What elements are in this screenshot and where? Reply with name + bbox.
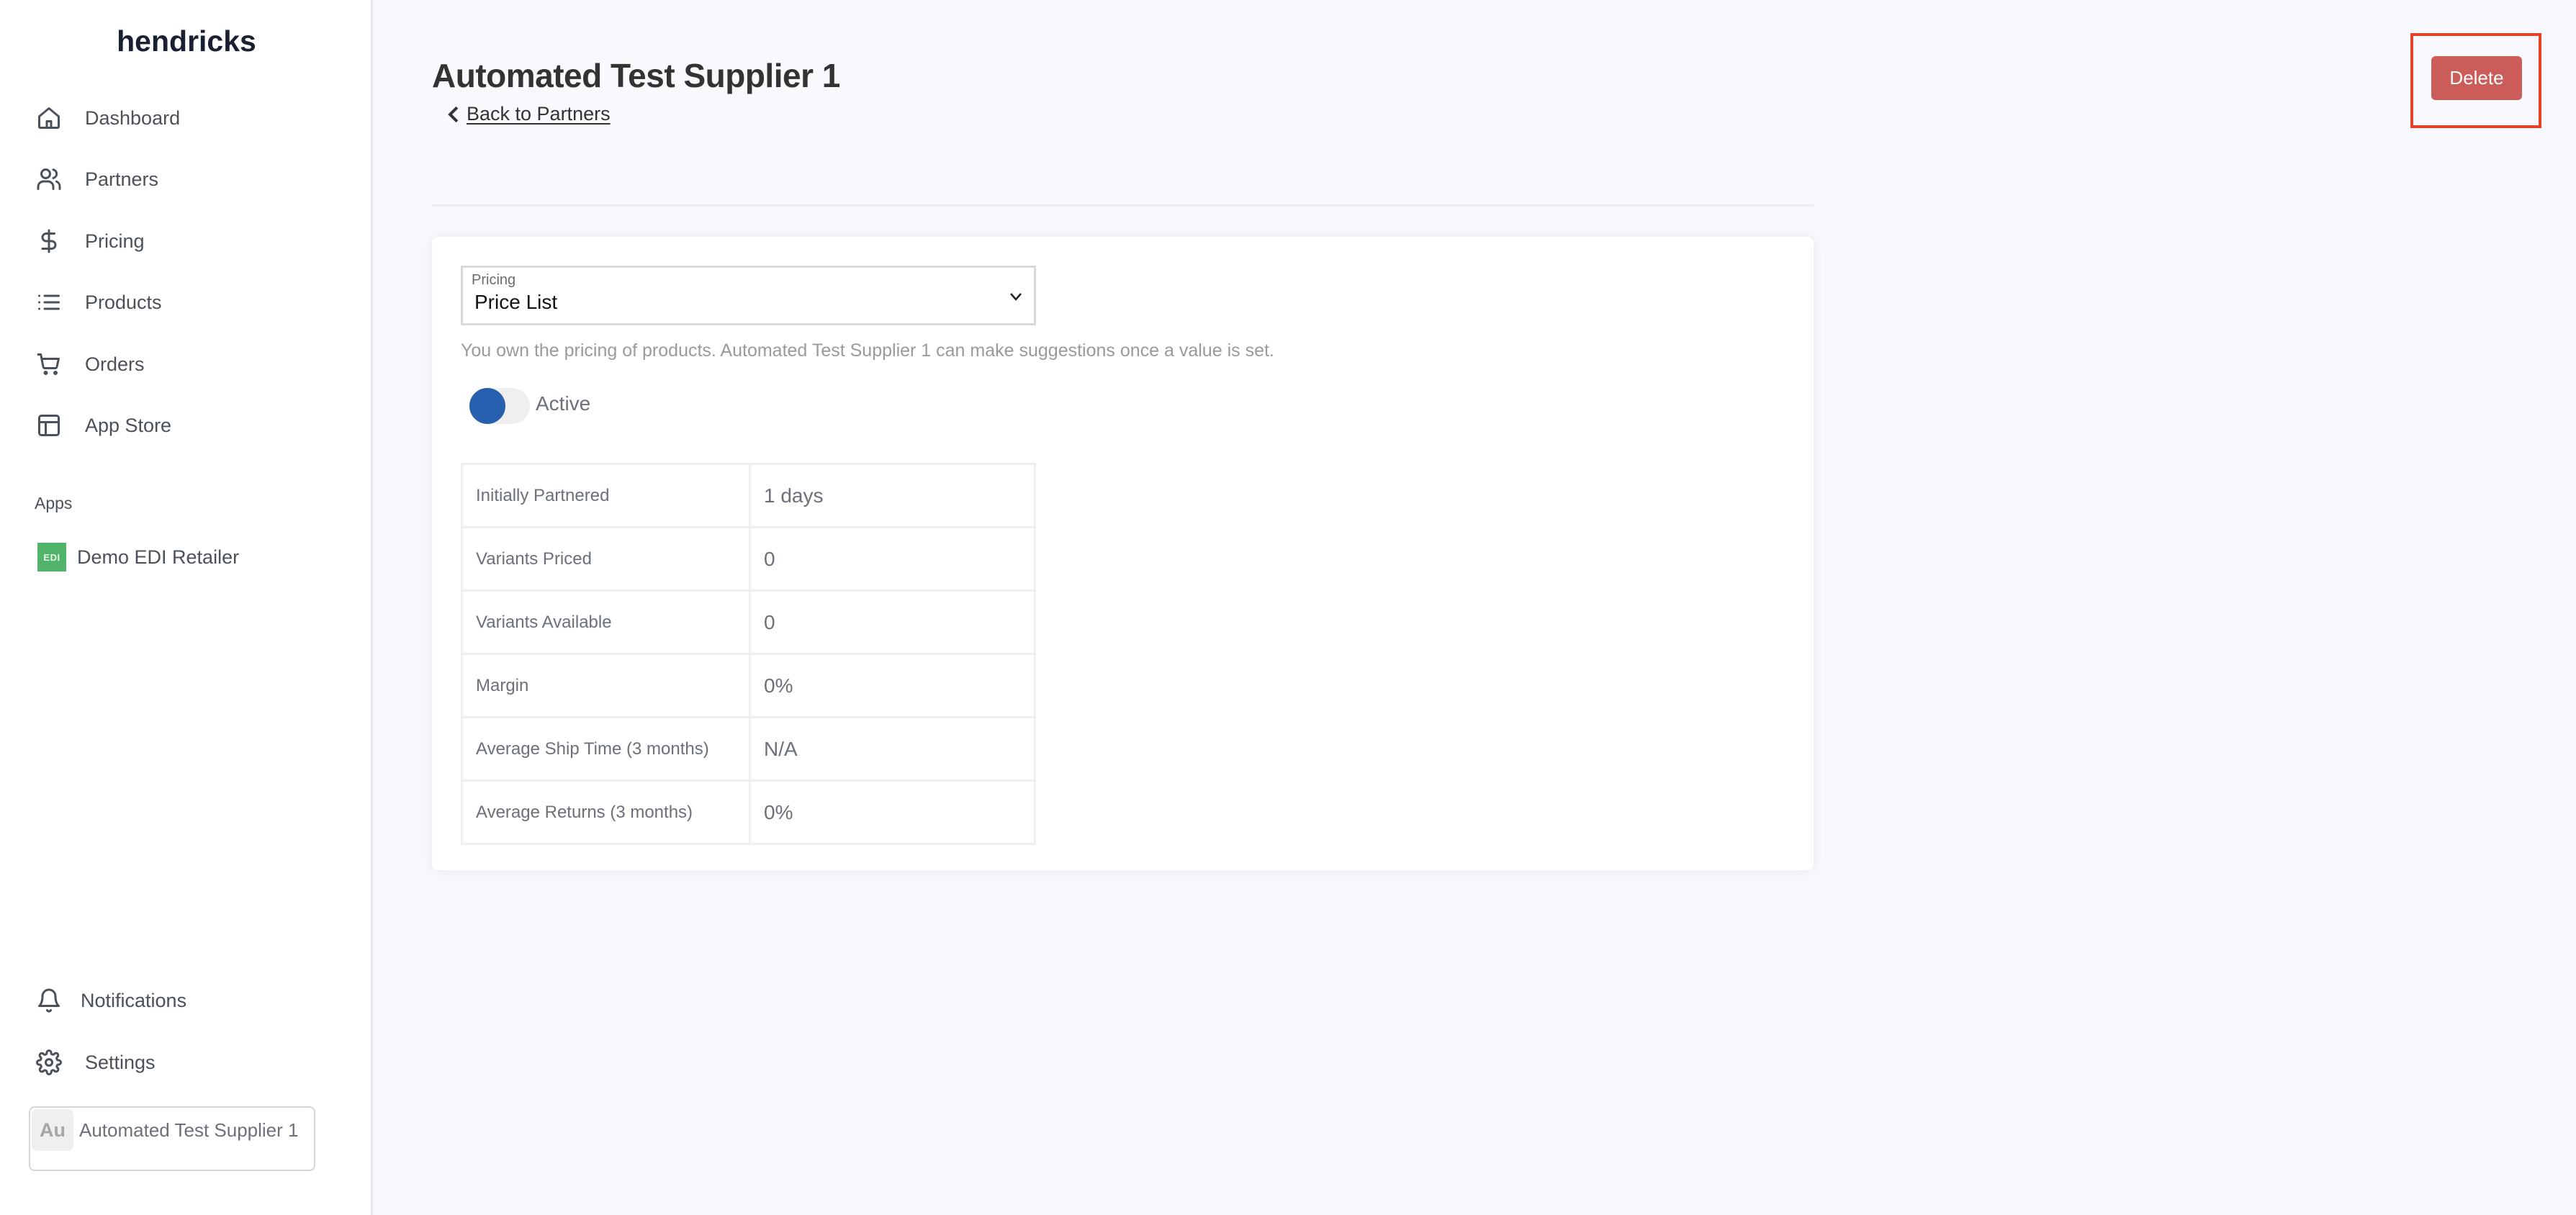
sidebar-item-label: Products	[85, 291, 162, 313]
bell-icon	[35, 986, 63, 1015]
gear-icon	[35, 1048, 63, 1077]
sidebar-app-demo-edi-retailer[interactable]: EDI Demo EDI Retailer	[37, 543, 239, 572]
stat-label: Variants Priced	[461, 526, 751, 592]
pricing-select[interactable]: Pricing Price List	[461, 266, 1036, 325]
chevron-down-icon	[1008, 289, 1024, 304]
sidebar-item-label: Pricing	[85, 230, 145, 252]
stat-label: Variants Available	[461, 590, 751, 655]
stat-label: Average Returns (3 months)	[461, 780, 751, 845]
stat-value: 0	[749, 590, 1036, 655]
delete-button[interactable]: Delete	[2431, 56, 2522, 100]
table-row: Variants Priced 0	[461, 526, 1036, 592]
sidebar-item-label: Partners	[85, 168, 159, 190]
sidebar: hendricks Dashboard Partners Pricing Pro…	[0, 0, 373, 1215]
apps-heading: Apps	[35, 494, 73, 512]
sidebar-item-partners[interactable]: Partners	[35, 158, 158, 201]
sidebar-item-dashboard[interactable]: Dashboard	[35, 96, 180, 140]
sidebar-item-products[interactable]: Products	[35, 281, 162, 324]
active-toggle[interactable]	[469, 388, 530, 424]
pricing-help-text: You own the pricing of products. Automat…	[461, 340, 1274, 361]
sidebar-item-orders[interactable]: Orders	[35, 343, 145, 386]
sidebar-item-label: App Store	[85, 414, 172, 436]
app-logo[interactable]: hendricks	[0, 24, 373, 58]
users-icon	[35, 165, 63, 194]
account-name: Automated Test Supplier 1	[79, 1119, 299, 1141]
sidebar-item-label: Orders	[85, 353, 145, 375]
table-row: Average Ship Time (3 months) N/A	[461, 716, 1036, 782]
sidebar-item-settings[interactable]: Settings	[35, 1041, 156, 1084]
cart-icon	[35, 350, 63, 379]
sidebar-item-notifications[interactable]: Notifications	[35, 979, 186, 1022]
toggle-knob	[469, 388, 505, 424]
chevron-left-icon	[448, 106, 459, 122]
stat-value: 0%	[749, 780, 1036, 845]
stat-value: N/A	[749, 716, 1036, 782]
sidebar-item-app-store[interactable]: App Store	[35, 404, 171, 447]
pricing-select-label: Pricing	[472, 272, 516, 288]
stat-value: 0	[749, 526, 1036, 592]
back-link-label: Back to Partners	[467, 103, 611, 125]
table-row: Margin 0%	[461, 653, 1036, 718]
list-icon	[35, 288, 63, 317]
pricing-select-value: Price List	[474, 291, 558, 313]
partner-details-card: Pricing Price List You own the pricing o…	[432, 237, 1814, 870]
app-label: Demo EDI Retailer	[77, 546, 240, 568]
sidebar-item-label: Notifications	[81, 989, 187, 1011]
back-to-partners-link[interactable]: Back to Partners	[446, 103, 611, 125]
page-title: Automated Test Supplier 1	[432, 57, 840, 94]
edi-app-icon: EDI	[37, 543, 66, 572]
active-toggle-label: Active	[536, 392, 591, 415]
layout-icon	[35, 411, 63, 440]
header-divider	[432, 204, 1814, 207]
table-row: Initially Partnered 1 days	[461, 463, 1036, 528]
account-switcher[interactable]: Au Automated Test Supplier 1	[29, 1106, 315, 1171]
partner-stats-table: Initially Partnered 1 days Variants Price…	[461, 463, 1036, 845]
stat-label: Average Ship Time (3 months)	[461, 716, 751, 782]
home-icon	[35, 104, 63, 132]
stat-label: Margin	[461, 653, 751, 718]
avatar: Au	[32, 1109, 73, 1151]
sidebar-item-pricing[interactable]: Pricing	[35, 220, 145, 263]
sidebar-item-label: Dashboard	[85, 107, 181, 129]
dollar-icon	[35, 227, 63, 256]
stat-value: 0%	[749, 653, 1036, 718]
table-row: Average Returns (3 months) 0%	[461, 780, 1036, 845]
sidebar-item-label: Settings	[85, 1051, 156, 1073]
table-row: Variants Available 0	[461, 590, 1036, 655]
stat-label: Initially Partnered	[461, 463, 751, 528]
stat-value: 1 days	[749, 463, 1036, 528]
